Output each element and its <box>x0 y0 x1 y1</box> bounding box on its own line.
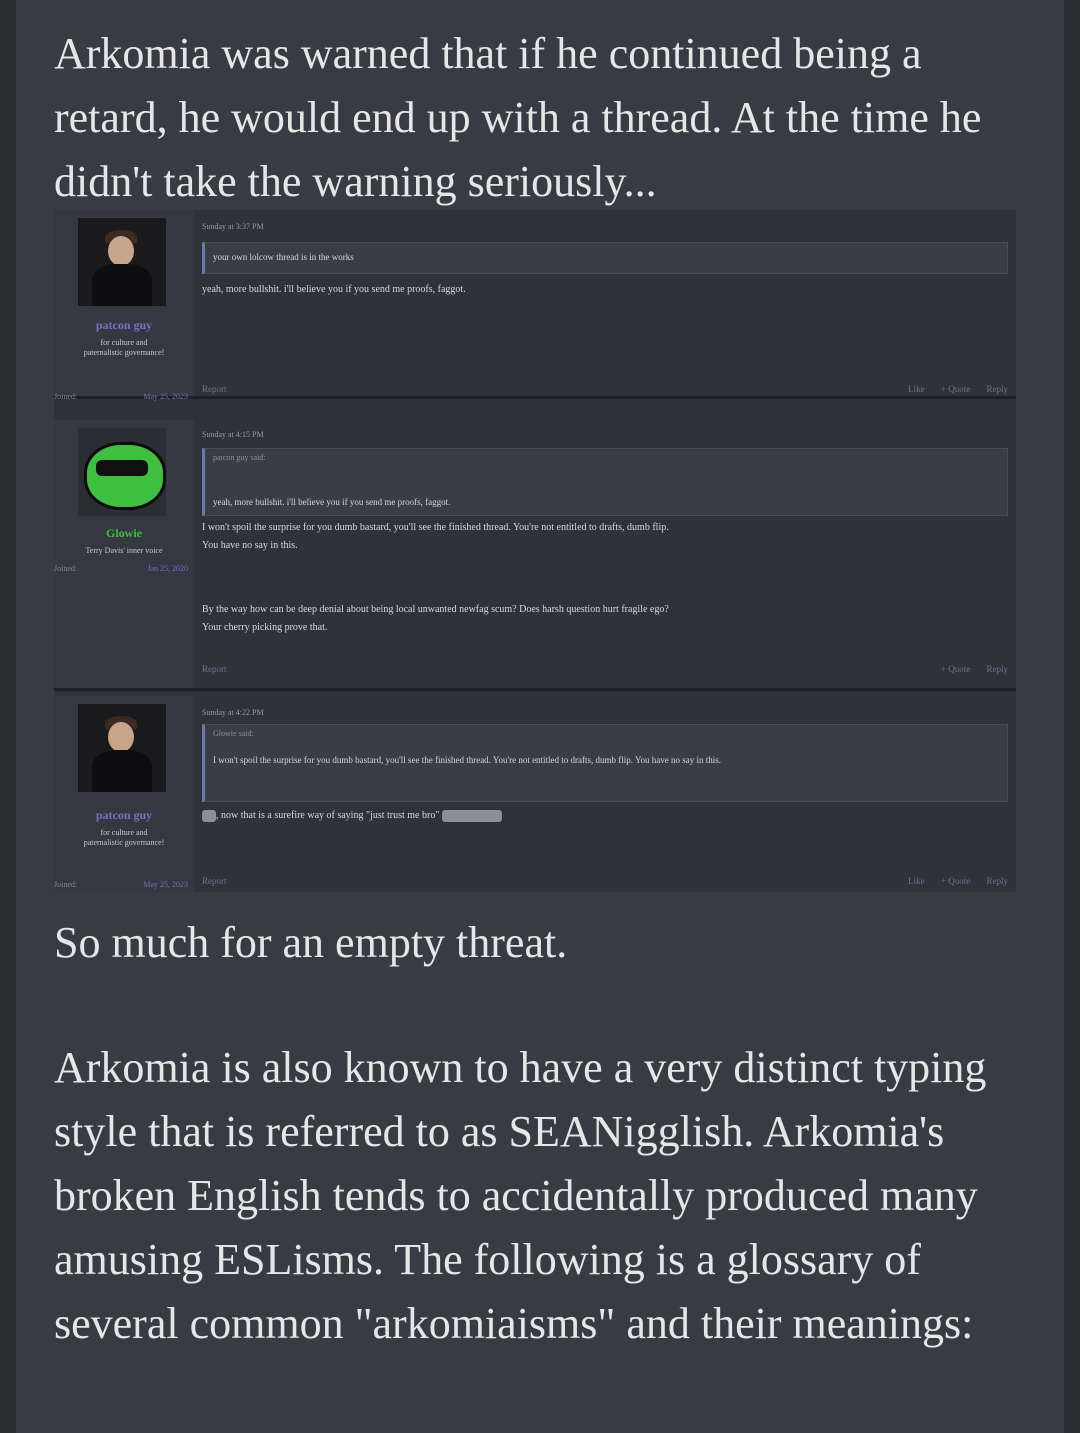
username[interactable]: patcon guy <box>54 808 194 823</box>
post-message-line: By the way how can be deep denial about … <box>202 604 669 615</box>
quote-text: I won't spoil the surprise for you dumb … <box>213 755 722 765</box>
post-message: yeah, more bullshit. i'll believe you if… <box>202 284 466 295</box>
post-message-text: , now that is a surefire way of saying "… <box>216 810 440 821</box>
report-link[interactable]: Report <box>202 876 227 886</box>
reply-button[interactable]: Reply <box>987 384 1009 394</box>
quote-text: your own lolcow thread is in the works <box>213 252 354 262</box>
post-user-panel: patcon guy for culture and paternalistic… <box>54 696 194 892</box>
post-body: Sunday at 4:22 PM Glowie said: I won't s… <box>202 696 1008 892</box>
post-footer: Report Like + Quote Reply <box>202 876 1008 886</box>
forum-post: patcon guy for culture and paternalistic… <box>54 210 1016 401</box>
quote-block: Glowie said: I won't spoil the surprise … <box>202 724 1008 802</box>
post-body: Sunday at 4:15 PM patcon guy said: yeah,… <box>202 420 1008 688</box>
joined-info: Joined: Jan 25, 2020 <box>54 564 194 573</box>
like-button[interactable]: Like <box>908 384 925 394</box>
joined-date: May 25, 2023 <box>143 392 188 401</box>
glossary-paragraph: Arkomia is also known to have a very dis… <box>54 1043 987 1348</box>
post-footer: Report + Quote Reply <box>202 664 1008 674</box>
avatar <box>78 704 166 792</box>
quote-block: your own lolcow thread is in the works <box>202 242 1008 274</box>
post-message-line: Your cherry picking prove that. <box>202 622 328 633</box>
joined-label: Joined: <box>54 392 78 401</box>
post-timestamp[interactable]: Sunday at 3:37 PM <box>202 222 264 231</box>
joined-label: Joined: <box>54 880 78 889</box>
post-message-line: I won't spoil the surprise for you dumb … <box>202 522 669 533</box>
quote-block: patcon guy said: yeah, more bullshit. i'… <box>202 448 1008 516</box>
post-footer: Report Like + Quote Reply <box>202 384 1008 394</box>
quote-button[interactable]: + Quote <box>941 384 970 394</box>
post-message: , now that is a surefire way of saying "… <box>202 808 1008 824</box>
sticker-icon <box>441 809 502 822</box>
post-body: Sunday at 3:37 PM your own lolcow thread… <box>202 210 1008 396</box>
sticker-icon <box>202 809 216 822</box>
joined-info: Joined: May 25, 2023 <box>54 880 194 889</box>
joined-date: Jan 25, 2020 <box>147 564 188 573</box>
joined-label: Joined: <box>54 564 78 573</box>
quote-text: yeah, more bullshit. i'll believe you if… <box>213 497 451 507</box>
username[interactable]: Glowie <box>54 526 194 541</box>
avatar <box>78 428 166 516</box>
quote-button[interactable]: + Quote <box>941 876 970 886</box>
quote-button[interactable]: + Quote <box>941 664 970 674</box>
forum-post: Glowie Terry Davis' inner voice Joined: … <box>54 420 1016 691</box>
intro-paragraph: Arkomia was warned that if he continued … <box>54 29 982 206</box>
post-user-panel: patcon guy for culture and paternalistic… <box>54 210 194 401</box>
report-link[interactable]: Report <box>202 384 227 394</box>
quote-attribution[interactable]: patcon guy said: <box>213 453 265 462</box>
forum-screenshot: patcon guy for culture and paternalistic… <box>54 210 1016 892</box>
joined-date: May 25, 2023 <box>143 880 188 889</box>
username[interactable]: patcon guy <box>54 318 194 333</box>
post-user-panel: Glowie Terry Davis' inner voice Joined: … <box>54 420 194 688</box>
reply-button[interactable]: Reply <box>987 876 1009 886</box>
joined-info: Joined: May 25, 2023 <box>54 392 194 401</box>
report-link[interactable]: Report <box>202 664 227 674</box>
article-page: Arkomia was warned that if he continued … <box>16 0 1064 1433</box>
post-message-line: You have no say in this. <box>202 540 298 551</box>
user-title: for culture and paternalistic governance… <box>83 338 165 357</box>
quote-attribution[interactable]: Glowie said: <box>213 729 254 738</box>
post-timestamp[interactable]: Sunday at 4:15 PM <box>202 430 264 439</box>
like-button[interactable]: Like <box>908 876 925 886</box>
after-paragraph: So much for an empty threat. <box>54 918 568 967</box>
forum-post: patcon guy for culture and paternalistic… <box>54 696 1016 892</box>
post-timestamp[interactable]: Sunday at 4:22 PM <box>202 708 264 717</box>
reply-button[interactable]: Reply <box>987 664 1009 674</box>
user-title: for culture and paternalistic governance… <box>83 828 165 847</box>
user-title: Terry Davis' inner voice <box>85 546 163 555</box>
avatar <box>78 218 166 306</box>
